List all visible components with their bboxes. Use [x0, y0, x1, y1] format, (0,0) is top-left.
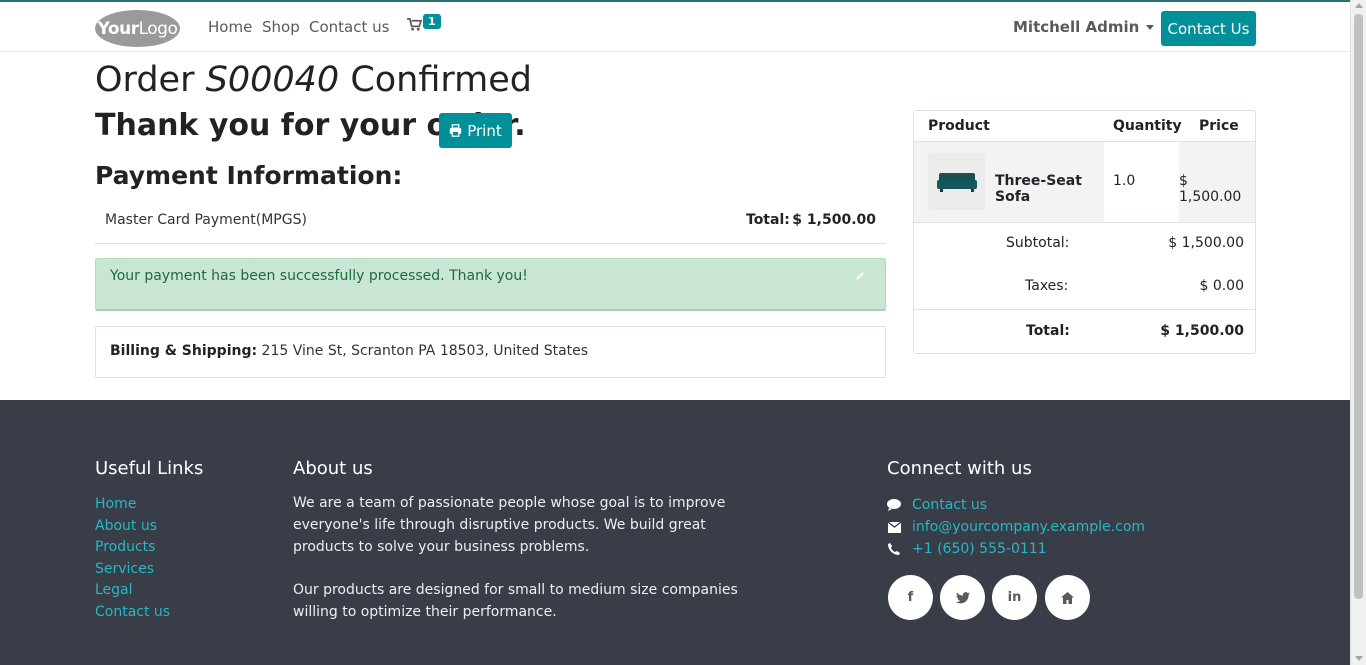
scroll-down-icon[interactable] — [1355, 656, 1363, 661]
connect-email-link[interactable]: info@yourcompany.example.com — [912, 519, 1145, 535]
about-paragraph: We are a team of passionate people whose… — [293, 495, 726, 555]
page-title: Order S00040 Confirmed — [95, 60, 532, 100]
connect-heading: Connect with us — [887, 458, 1032, 479]
about-us-text: We are a team of passionate people whose… — [293, 492, 763, 623]
envelope-icon — [887, 520, 901, 534]
payment-total-value: $ 1,500.00 — [792, 212, 876, 228]
column-header-quantity: Quantity — [1113, 118, 1182, 134]
caret-down-icon — [1146, 25, 1155, 30]
comment-icon — [887, 498, 901, 512]
print-label: Print — [467, 121, 502, 140]
product-quantity-cell: 1.0 — [1104, 142, 1179, 222]
footer-link-home[interactable]: Home — [95, 494, 170, 516]
linkedin-button[interactable]: in — [992, 575, 1037, 620]
connect-list: Contact us info@yourcompany.example.com … — [887, 494, 1145, 560]
nav-home[interactable]: Home — [208, 18, 252, 36]
product-name-cell: Three-Seat Sofa — [991, 142, 1104, 222]
connect-phone-item: +1 (650) 555-0111 — [887, 538, 1145, 560]
product-quantity: 1.0 — [1113, 173, 1136, 189]
product-image-cell — [914, 142, 991, 222]
billing-shipping-box: Billing & Shipping: 215 Vine St, Scranto… — [95, 326, 886, 378]
subtotal-value: $ 1,500.00 — [1168, 235, 1244, 251]
product-price: $ 1,500.00 — [1179, 173, 1242, 205]
vertical-scrollbar[interactable] — [1350, 0, 1366, 665]
totals-divider — [914, 309, 1255, 310]
site-logo[interactable]: Your Logo — [95, 10, 180, 47]
total-label: Total: — [1026, 323, 1070, 339]
connect-contact-link[interactable]: Contact us — [912, 497, 987, 513]
payment-success-alert: Your payment has been successfully proce… — [95, 258, 886, 311]
cart-link[interactable]: 1 — [407, 14, 441, 36]
order-reference: S00040 — [205, 60, 340, 100]
logo-bold-text: Your — [97, 18, 139, 39]
subtotal-label: Subtotal: — [1006, 235, 1070, 251]
connect-phone-link[interactable]: +1 (650) 555-0111 — [912, 541, 1047, 557]
about-paragraph: Our products are designed for small to m… — [293, 582, 738, 620]
facebook-button[interactable]: f — [888, 575, 933, 620]
payment-method: Master Card Payment(MPGS) — [105, 212, 307, 228]
phone-icon — [887, 542, 901, 556]
footer-link-products[interactable]: Products — [95, 537, 170, 559]
top-navbar: Your Logo Home Shop Contact us 1 Mitchell… — [0, 0, 1350, 52]
product-price-cell: $ 1,500.00 — [1179, 142, 1255, 222]
product-image[interactable] — [928, 153, 985, 210]
site-footer: Useful Links Home About us Products Serv… — [0, 400, 1350, 665]
linkedin-icon: in — [1007, 590, 1022, 605]
scroll-up-icon[interactable] — [1355, 3, 1363, 8]
printer-icon — [450, 124, 462, 137]
footer-link-legal[interactable]: Legal — [95, 580, 170, 602]
column-header-price: Price — [1199, 118, 1239, 134]
facebook-icon: f — [907, 590, 914, 605]
nav-shop[interactable]: Shop — [262, 18, 300, 36]
taxes-label: Taxes: — [1025, 278, 1069, 294]
home-icon — [1061, 591, 1074, 604]
order-summary-table: Product Quantity Price Three-Seat Sofa 1… — [913, 110, 1256, 354]
pencil-icon[interactable] — [855, 271, 865, 281]
nav-contact-us[interactable]: Contact us — [309, 18, 389, 36]
payment-total-label: Total: — [746, 212, 790, 228]
connect-contact-item: Contact us — [887, 494, 1145, 516]
connect-email-item: info@yourcompany.example.com — [887, 516, 1145, 538]
useful-links-heading: Useful Links — [95, 458, 204, 479]
logo-thin-text: Logo — [138, 18, 178, 39]
footer-link-about-us[interactable]: About us — [95, 516, 170, 538]
sofa-thumbnail-icon — [936, 172, 977, 192]
useful-links-list: Home About us Products Services Legal Co… — [95, 494, 170, 624]
footer-link-services[interactable]: Services — [95, 559, 170, 581]
product-name[interactable]: Three-Seat Sofa — [995, 173, 1104, 205]
payment-row: Master Card Payment(MPGS) Total: $ 1,500… — [95, 200, 886, 244]
footer-link-contact-us[interactable]: Contact us — [95, 602, 170, 624]
twitter-button[interactable] — [940, 575, 985, 620]
shopping-cart-icon — [407, 18, 423, 31]
taxes-value: $ 0.00 — [1199, 278, 1244, 294]
scrollbar-thumb[interactable] — [1354, 14, 1363, 599]
home-button[interactable] — [1045, 575, 1090, 620]
items-divider — [914, 222, 1255, 223]
title-suffix: Confirmed — [350, 60, 533, 100]
payment-information-heading: Payment Information: — [95, 161, 403, 190]
title-prefix: Order — [95, 60, 195, 100]
total-value: $ 1,500.00 — [1160, 323, 1244, 339]
column-header-product: Product — [928, 118, 990, 134]
billing-label: Billing & Shipping: — [110, 343, 258, 359]
contact-us-button[interactable]: Contact Us — [1161, 11, 1256, 46]
cart-count-badge: 1 — [423, 14, 441, 29]
twitter-icon — [955, 591, 970, 603]
billing-text: Billing & Shipping: 215 Vine St, Scranto… — [110, 343, 588, 359]
user-menu-dropdown[interactable]: Mitchell Admin — [1013, 18, 1155, 36]
print-button[interactable]: Print — [439, 113, 512, 148]
billing-address: 215 Vine St, Scranton PA 18503, United S… — [261, 343, 589, 359]
about-us-heading: About us — [293, 458, 373, 479]
user-name: Mitchell Admin — [1013, 18, 1140, 36]
alert-message: Your payment has been successfully proce… — [110, 268, 528, 284]
